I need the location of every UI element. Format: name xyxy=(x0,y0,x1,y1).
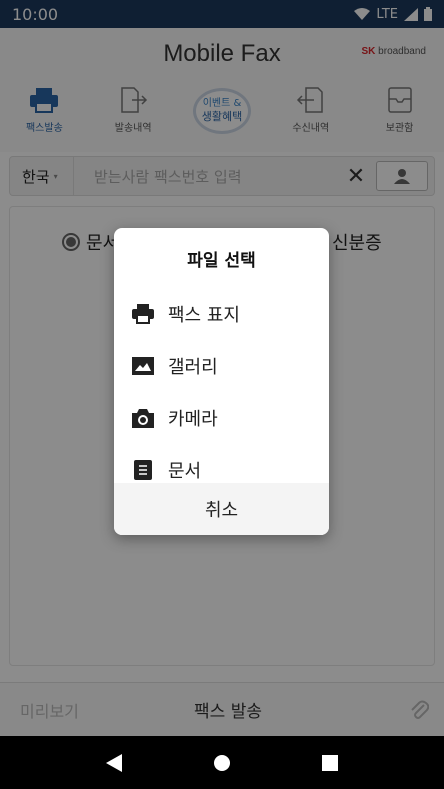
option-gallery[interactable]: 갤러리 xyxy=(114,340,329,392)
option-fax-cover[interactable]: 팩스 표지 xyxy=(114,288,329,340)
file-select-dialog: 파일 선택 팩스 표지 갤러리 카메라 문서 취소 xyxy=(114,228,329,535)
cancel-button[interactable]: 취소 xyxy=(114,483,329,535)
gallery-icon xyxy=(132,355,154,377)
home-icon[interactable] xyxy=(213,754,231,772)
camera-icon xyxy=(132,407,154,429)
android-nav-bar xyxy=(0,736,444,789)
recents-icon[interactable] xyxy=(322,754,339,771)
app-screen: 10:00 LTE Mobile Fax SK broadband 팩스발송 발… xyxy=(0,0,444,789)
document-icon xyxy=(132,459,154,481)
back-icon[interactable] xyxy=(105,753,122,772)
dialog-title: 파일 선택 xyxy=(187,250,256,271)
option-camera[interactable]: 카메라 xyxy=(114,392,329,444)
fax-cover-icon xyxy=(132,303,154,325)
